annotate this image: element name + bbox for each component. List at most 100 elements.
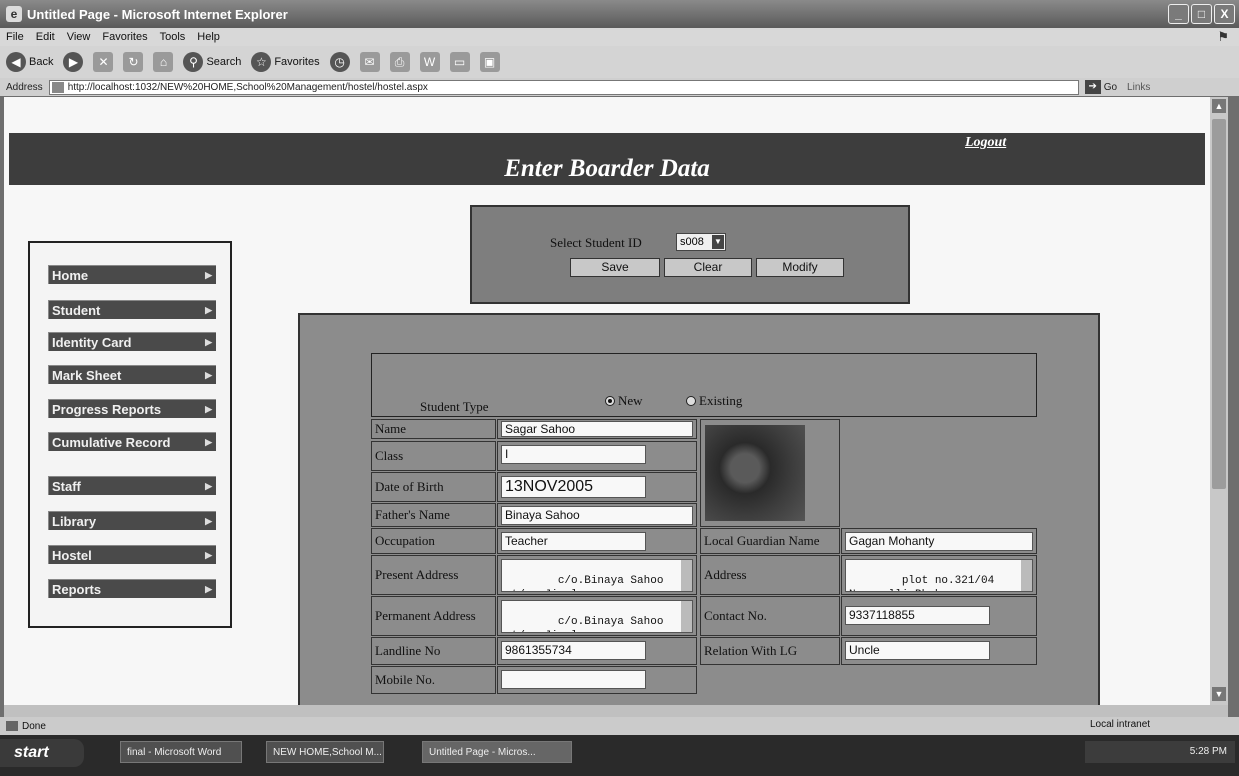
name-label: Name xyxy=(371,419,496,439)
textarea-scrollbar[interactable] xyxy=(681,560,692,591)
address-label: Address xyxy=(6,81,43,93)
arrow-right-icon: ▶ xyxy=(205,584,212,594)
start-button[interactable]: start xyxy=(0,739,84,767)
stop-button[interactable]: ✕ xyxy=(93,52,114,72)
permanent-address-textarea[interactable]: c/o.Binaya Sahoo at/po.Jiral xyxy=(501,600,693,633)
arrow-right-icon: ▶ xyxy=(205,337,212,347)
modify-button[interactable]: Modify xyxy=(756,258,844,277)
vertical-scrollbar[interactable]: ▲ ▼ xyxy=(1210,97,1228,705)
menu-staff[interactable]: Staff ▶ xyxy=(48,476,216,495)
menu-label: Reports xyxy=(52,582,102,597)
task-ie-active[interactable]: Untitled Page - Micros... xyxy=(422,741,572,763)
task-word[interactable]: final - Microsoft Word xyxy=(120,741,242,763)
menu-edit[interactable]: Edit xyxy=(36,31,55,43)
mobile-input[interactable] xyxy=(501,670,646,689)
radio-unselected-icon xyxy=(686,396,696,406)
refresh-button[interactable]: ↻ xyxy=(123,52,144,72)
mobile-label: Mobile No. xyxy=(371,666,496,694)
discuss-button[interactable]: ▭ xyxy=(449,52,470,72)
arrow-right-icon: ▶ xyxy=(205,481,212,491)
name-input[interactable]: Sagar Sahoo xyxy=(501,421,693,437)
menu-tools[interactable]: Tools xyxy=(160,31,186,43)
select-student-label: Select Student ID xyxy=(550,235,642,250)
menu-label: Identity Card xyxy=(52,335,132,350)
close-button[interactable]: X xyxy=(1214,4,1235,24)
lg-name-label: Local Guardian Name xyxy=(700,528,840,554)
home-button[interactable]: ⌂ xyxy=(153,52,174,72)
arrow-right-icon: ▶ xyxy=(205,550,212,560)
system-tray: 5:28 PM xyxy=(1085,741,1235,763)
horizontal-scrollbar[interactable] xyxy=(4,705,1228,717)
arrow-right-icon: ▶ xyxy=(205,516,212,526)
lg-address-textarea[interactable]: plot no.321/04 Nayapalli,Bhubaneswar xyxy=(845,559,1033,592)
permanent-address-text: c/o.Binaya Sahoo at/po.Jiral xyxy=(505,616,664,632)
radio-existing-label: Existing xyxy=(699,393,743,408)
menu-favorites[interactable]: Favorites xyxy=(102,31,147,43)
lg-name-input[interactable]: Gagan Mohanty xyxy=(845,532,1033,551)
logout-link[interactable]: Logout xyxy=(965,135,1006,151)
go-button[interactable]: ➔ Go xyxy=(1084,80,1117,94)
menu-home[interactable]: Home ▶ xyxy=(48,265,216,284)
radio-selected-icon xyxy=(605,396,615,406)
clear-button[interactable]: Clear xyxy=(664,258,752,277)
scroll-up-icon[interactable]: ▲ xyxy=(1212,99,1226,113)
forward-button[interactable]: ▶ xyxy=(63,52,84,72)
task-explorer[interactable]: NEW HOME,School M... xyxy=(266,741,384,763)
browser-toolbar: ◀ Back ▶ ✕ ↻ ⌂ ⚲ Search ☆ Favorites ◷ ✉ … xyxy=(0,46,1239,78)
occupation-input[interactable]: Teacher xyxy=(501,532,646,551)
menu-identity-card[interactable]: Identity Card ▶ xyxy=(48,332,216,351)
menu-hostel[interactable]: Hostel ▶ xyxy=(48,545,216,564)
scroll-down-icon[interactable]: ▼ xyxy=(1212,687,1226,701)
history-button[interactable]: ◷ xyxy=(329,52,350,72)
dob-cell: 13NOV2005 xyxy=(497,472,697,502)
scroll-thumb[interactable] xyxy=(1212,119,1226,489)
relation-input[interactable]: Uncle xyxy=(845,641,990,660)
favorites-button[interactable]: ☆ Favorites xyxy=(251,52,320,72)
mail-button[interactable]: ✉ xyxy=(359,52,380,72)
father-name-cell: Binaya Sahoo xyxy=(497,503,697,527)
menu-mark-sheet[interactable]: Mark Sheet ▶ xyxy=(48,365,216,384)
links-label[interactable]: Links xyxy=(1127,82,1150,93)
textarea-scrollbar[interactable] xyxy=(681,601,692,632)
print-button[interactable]: ⎙ xyxy=(389,52,410,72)
clock: 5:28 PM xyxy=(1189,746,1227,757)
present-address-text: c/o.Binaya Sahoo at/po.Jiral xyxy=(505,575,664,591)
menu-student[interactable]: Student ▶ xyxy=(48,300,216,319)
address-bar: Address http://localhost:1032/NEW%20HOME… xyxy=(0,78,1239,96)
relation-label: Relation With LG xyxy=(700,637,840,665)
security-zone: Local intranet xyxy=(1090,719,1151,730)
menu-cumulative-record[interactable]: Cumulative Record ▶ xyxy=(48,432,216,451)
menu-library[interactable]: Library ▶ xyxy=(48,511,216,530)
class-input[interactable]: I xyxy=(501,445,646,464)
minimize-button[interactable]: _ xyxy=(1168,4,1189,24)
landline-input[interactable]: 9861355734 xyxy=(501,641,646,660)
menu-label: Student xyxy=(52,303,101,318)
arrow-right-icon: ▶ xyxy=(205,404,212,414)
radio-new[interactable]: New xyxy=(605,393,643,409)
dob-input[interactable]: 13NOV2005 xyxy=(501,476,646,498)
contact-input[interactable]: 9337118855 xyxy=(845,606,990,625)
contact-cell: 9337118855 xyxy=(841,596,1037,636)
save-button[interactable]: Save xyxy=(570,258,660,277)
ie-logo-icon: e xyxy=(6,6,22,22)
search-button[interactable]: ⚲ Search xyxy=(183,52,241,72)
menu-reports[interactable]: Reports ▶ xyxy=(48,579,216,598)
search-icon: ⚲ xyxy=(183,52,204,72)
maximize-button[interactable]: □ xyxy=(1191,4,1212,24)
edit-button[interactable]: W xyxy=(419,52,440,72)
textarea-scrollbar[interactable] xyxy=(1021,560,1032,591)
student-id-select[interactable]: s008 ▼ xyxy=(676,233,726,251)
menu-help[interactable]: Help xyxy=(197,31,220,43)
messenger-button[interactable]: ▣ xyxy=(479,52,500,72)
present-address-textarea[interactable]: c/o.Binaya Sahoo at/po.Jiral xyxy=(501,559,693,592)
boarder-form-panel: Student Type New Existing Name Sagar Sah… xyxy=(298,313,1100,705)
address-input[interactable]: http://localhost:1032/NEW%20HOME,School%… xyxy=(48,79,1079,95)
student-select-panel: Select Student ID s008 ▼ Save Clear Modi… xyxy=(470,205,910,304)
menu-view[interactable]: View xyxy=(67,31,91,43)
landline-cell: 9861355734 xyxy=(497,637,697,665)
menu-file[interactable]: File xyxy=(6,31,24,43)
menu-progress-reports[interactable]: Progress Reports ▶ xyxy=(48,399,216,418)
radio-existing[interactable]: Existing xyxy=(686,393,742,409)
father-name-input[interactable]: Binaya Sahoo xyxy=(501,506,693,525)
back-button[interactable]: ◀ Back xyxy=(6,52,53,72)
